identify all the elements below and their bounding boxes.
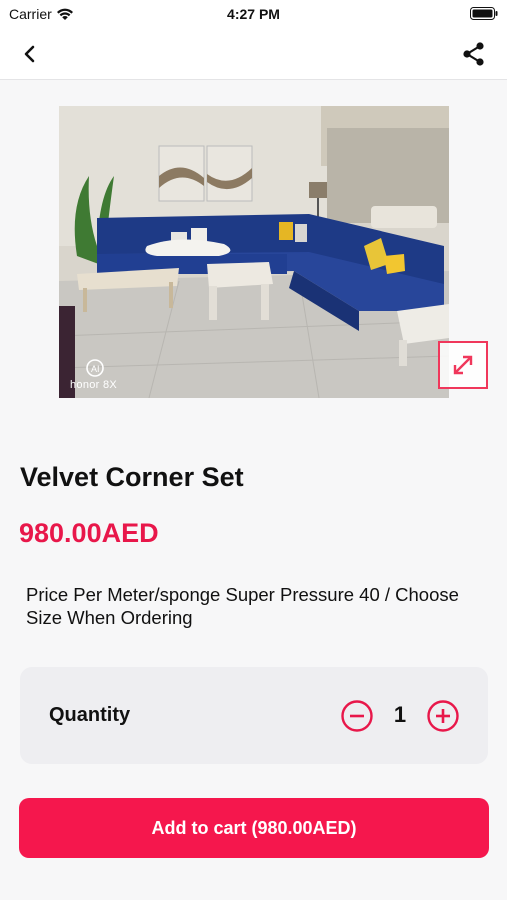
- product-description: Price Per Meter/sponge Super Pressure 40…: [26, 584, 459, 628]
- share-button[interactable]: [459, 39, 489, 69]
- battery-icon: [470, 7, 498, 20]
- quantity-value: 1: [393, 702, 407, 727]
- minus-circle-icon: [341, 700, 373, 732]
- quantity-card: Quantity 1: [20, 667, 488, 764]
- quantity-label: Quantity: [49, 704, 131, 726]
- expand-arrows-icon: [453, 355, 473, 375]
- image-watermark: honor 8X: [70, 379, 118, 391]
- product-image[interactable]: AI honor 8X: [59, 106, 449, 398]
- product-photo: AI: [59, 106, 449, 398]
- chevron-left-icon: [24, 45, 35, 63]
- status-time: 4:27 PM: [227, 6, 280, 22]
- product-price: 980.00AED: [19, 518, 159, 548]
- increase-quantity-button[interactable]: [426, 699, 460, 733]
- plus-circle-icon: [427, 700, 459, 732]
- back-button[interactable]: [16, 40, 44, 68]
- expand-image-button[interactable]: [438, 341, 488, 389]
- product-title: Velvet Corner Set: [20, 462, 244, 492]
- share-icon: [463, 42, 484, 66]
- decrease-quantity-button[interactable]: [340, 699, 374, 733]
- svg-text:AI: AI: [91, 364, 100, 374]
- navigation-bar: [0, 28, 507, 80]
- add-to-cart-button[interactable]: Add to cart (980.00AED): [19, 798, 489, 858]
- status-bar: Carrier 4:27 PM: [0, 0, 507, 28]
